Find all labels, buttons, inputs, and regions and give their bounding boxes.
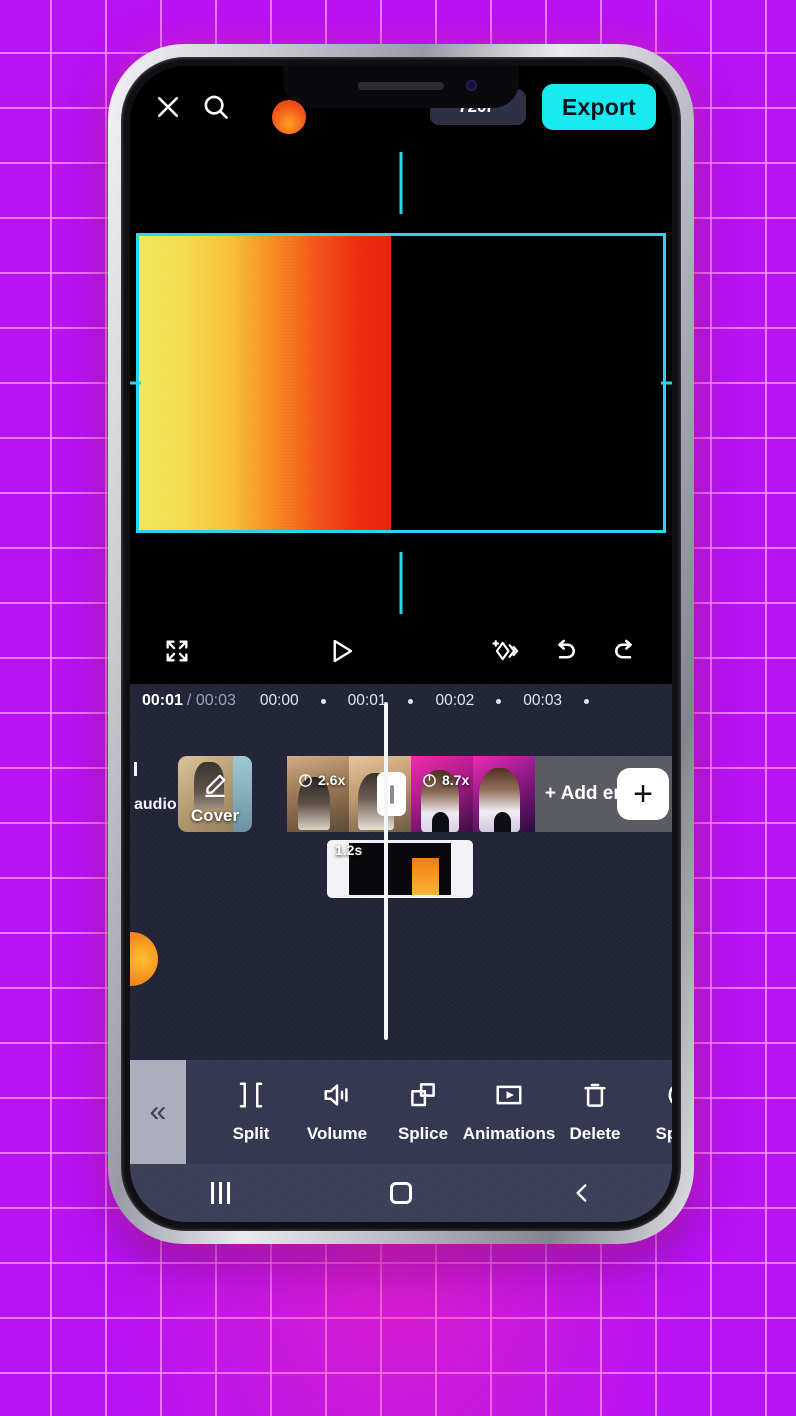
clip-thumbnail[interactable] (411, 756, 473, 832)
clip-thumb-mic (494, 812, 512, 832)
ruler-dot-1 (408, 698, 414, 704)
speed-badge: 8.7x (422, 772, 469, 788)
cover-thumbnail[interactable]: Cover (178, 756, 252, 832)
tool-label: Speed (655, 1124, 672, 1143)
close-icon[interactable] (144, 83, 192, 131)
resize-handle-right[interactable] (661, 381, 672, 385)
player-controls-bar (130, 618, 672, 684)
selected-subclip[interactable]: 1.2s (327, 840, 473, 898)
orange-blob-top (272, 100, 306, 134)
ruler-dot-3 (584, 698, 590, 704)
home-glyph (389, 1182, 412, 1204)
speedometer-icon (666, 1080, 672, 1115)
tool-label: Volume (306, 1124, 368, 1143)
player-controls-right (480, 626, 650, 676)
alignment-guide-bottom (399, 552, 403, 614)
clip-thumbnail[interactable] (287, 756, 349, 832)
search-icon[interactable] (192, 83, 240, 131)
animations-icon (494, 1080, 524, 1115)
clip-thumbnail[interactable] (473, 756, 535, 832)
timeline-track-row[interactable]: audio Cover + Add ending 2.6x 8.7x + 1.2… (130, 756, 672, 986)
ruler-tick-2: 00:02 (435, 692, 475, 709)
editing-toolbar: « Split Volume Splice Animations Delete … (130, 1060, 672, 1164)
audio-track-tick (134, 762, 137, 776)
speed-badge: 2.6x (298, 772, 345, 788)
cover-label: Cover (190, 806, 240, 825)
play-icon[interactable] (316, 626, 366, 676)
add-media-button[interactable]: + (617, 768, 669, 820)
resize-handle-left[interactable] (130, 381, 141, 385)
speed-badge-label: 2.6x (318, 772, 346, 788)
tool-speed[interactable]: Speed (638, 1080, 672, 1144)
phone-mockup: 720P Export (108, 44, 694, 1244)
phone-screen: 720P Export (130, 66, 672, 1222)
tool-label: Splice (397, 1124, 449, 1143)
volume-icon (322, 1080, 352, 1115)
home-icon[interactable] (356, 1182, 446, 1204)
export-button[interactable]: Export (541, 84, 656, 130)
ruler-tick-1: 00:01 (347, 692, 387, 709)
clip-split-handle[interactable] (377, 772, 406, 816)
timeline-ruler: 00:01 / 00:03 00:00 00:01 00:02 00:03 (130, 684, 672, 718)
tool-splice[interactable]: Splice (380, 1080, 466, 1144)
redo-icon[interactable] (600, 626, 650, 676)
subclip-thumbnail (349, 843, 451, 895)
tool-label: Delete (569, 1124, 621, 1143)
recents-icon[interactable] (175, 1182, 265, 1204)
player-controls-center (202, 626, 480, 676)
notch-speaker (358, 82, 444, 90)
player-controls-left (152, 626, 202, 676)
trash-icon (580, 1080, 610, 1115)
notch-camera (466, 80, 477, 91)
canvas-selection-frame[interactable] (130, 152, 672, 614)
preview-media-gradient (139, 236, 391, 530)
collapse-toolbar-button[interactable]: « (130, 1060, 186, 1164)
ruler-tick-3: 00:03 (523, 692, 563, 709)
pencil-edit-icon (202, 772, 228, 803)
video-editor-app: 720P Export (130, 66, 672, 1222)
ruler-tick-labels: 00:00 00:01 00:02 00:03 (260, 692, 611, 710)
audio-track-label[interactable]: audio (134, 796, 177, 814)
ruler-current-time: 00:01 (142, 692, 183, 709)
ruler-duration: 00:03 (195, 692, 236, 709)
tool-label: Split (232, 1124, 270, 1143)
tool-delete[interactable]: Delete (552, 1080, 638, 1144)
clip-thumb-mic (432, 812, 450, 832)
splice-icon (408, 1080, 438, 1115)
speed-badge-label: 8.7x (442, 772, 470, 788)
tool-label: Animations (462, 1124, 556, 1143)
fullscreen-icon[interactable] (152, 626, 202, 676)
tool-animations[interactable]: Animations (463, 1080, 555, 1144)
orange-blob-left (130, 932, 158, 986)
ruler-total-time: / 00:03 (187, 692, 236, 710)
android-nav-bar (130, 1164, 672, 1222)
ruler-separator: / (186, 692, 192, 709)
subclip-duration-label: 1.2s (335, 842, 363, 858)
split-icon (236, 1080, 266, 1115)
speed-dial-icon (299, 773, 312, 787)
tool-split[interactable]: Split (208, 1080, 294, 1144)
tool-volume[interactable]: Volume (294, 1080, 380, 1144)
clip-strip[interactable]: + Add ending (287, 756, 672, 832)
back-icon[interactable] (537, 1180, 627, 1206)
phone-notch (283, 66, 519, 108)
toolbar-items: Split Volume Splice Animations Delete S (186, 1080, 672, 1144)
video-preview-area[interactable] (130, 148, 672, 618)
undo-icon[interactable] (540, 626, 590, 676)
keyframe-sparkle-icon[interactable] (480, 626, 530, 676)
ruler-tick-0: 00:00 (259, 692, 299, 709)
alignment-guide-top (399, 152, 403, 214)
speed-dial-icon (423, 773, 436, 787)
back-glyph (576, 1184, 587, 1202)
ruler-dot-0 (320, 698, 326, 704)
ruler-dot-2 (496, 698, 502, 704)
subclip-flame-gradient (412, 857, 439, 895)
phone-bezel: 720P Export (121, 57, 681, 1231)
recents-glyph (210, 1182, 230, 1204)
timeline-playhead[interactable] (384, 702, 388, 1040)
